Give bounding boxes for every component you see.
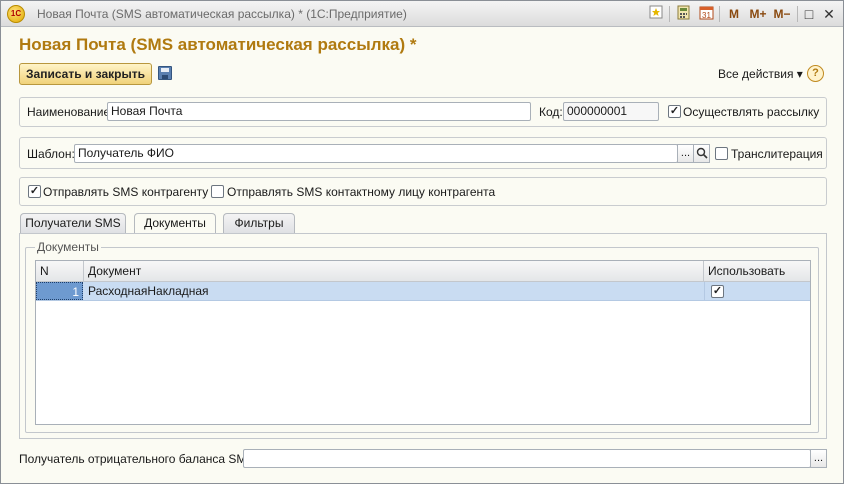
title-bar: 1С Новая Почта (SMS автоматическая рассы… — [1, 1, 843, 27]
toolbar-separator — [797, 6, 798, 22]
table-header: N Документ Использовать — [36, 261, 810, 282]
template-select-button[interactable]: ... — [677, 144, 694, 163]
memory-plus-button[interactable]: M+ — [747, 5, 769, 23]
translit-checkbox[interactable] — [715, 147, 728, 160]
negative-balance-field[interactable] — [243, 449, 811, 468]
help-icon[interactable]: ? — [807, 65, 824, 82]
window-title: Новая Почта (SMS автоматическая рассылка… — [37, 7, 407, 21]
send-counterparty-checkbox[interactable]: ✓ — [28, 185, 41, 198]
tab-documents[interactable]: Документы — [134, 213, 216, 234]
column-header-document[interactable]: Документ — [84, 261, 704, 281]
memory-button[interactable]: M — [725, 5, 743, 23]
restore-button[interactable]: □ — [801, 5, 817, 23]
form-window: 1С Новая Почта (SMS автоматическая рассы… — [0, 0, 844, 484]
negative-balance-select-button[interactable]: ... — [810, 449, 827, 468]
memory-minus-button[interactable]: M− — [771, 5, 793, 23]
name-label: Наименование: — [27, 105, 114, 119]
template-field[interactable]: Получатель ФИО — [74, 144, 678, 163]
send-counterparty-label: Отправлять SMS контрагенту — [43, 185, 209, 199]
document-cell[interactable]: РасходнаяНакладная — [84, 282, 704, 300]
calendar-icon[interactable]: 31 — [698, 5, 714, 23]
mailing-label: Осуществлять рассылку — [683, 105, 820, 119]
table-row[interactable]: 1 РасходнаяНакладная ✓ — [36, 282, 810, 301]
column-header-use[interactable]: Использовать — [704, 261, 810, 281]
send-contact-label: Отправлять SMS контактному лицу контраге… — [227, 185, 496, 199]
send-contact-checkbox[interactable] — [211, 185, 224, 198]
mailing-checkbox[interactable]: ✓ — [668, 105, 681, 118]
calculator-icon[interactable] — [676, 5, 692, 23]
toolbar-separator — [669, 6, 670, 22]
tab-filters[interactable]: Фильтры — [223, 213, 295, 233]
code-label: Код: — [539, 105, 563, 119]
template-search-icon[interactable] — [693, 144, 710, 163]
name-field[interactable]: Новая Почта — [107, 102, 531, 121]
save-and-close-button[interactable]: Записать и закрыть — [19, 63, 152, 85]
calendar-day: 31 — [702, 11, 711, 20]
documents-table[interactable]: N Документ Использовать 1 РасходнаяНакла… — [35, 260, 811, 425]
documents-group-title: Документы — [35, 240, 101, 254]
save-icon[interactable] — [158, 66, 172, 80]
template-label: Шаблон: — [27, 147, 75, 161]
negative-balance-label: Получатель отрицательного баланса SMS: — [19, 452, 258, 466]
app-logo-icon[interactable]: 1С — [7, 5, 25, 23]
close-button[interactable]: ✕ — [821, 5, 837, 23]
all-actions-menu[interactable]: Все действия ▾ — [718, 67, 803, 81]
translit-label: Транслитерация — [731, 147, 823, 161]
tab-recipients[interactable]: Получатели SMS — [20, 213, 126, 233]
code-field[interactable]: 000000001 — [563, 102, 659, 121]
toolbar-separator — [719, 6, 720, 22]
favorites-icon[interactable] — [648, 5, 664, 23]
use-checkbox[interactable]: ✓ — [711, 285, 724, 298]
column-header-n[interactable]: N — [36, 261, 84, 281]
form-header: Новая Почта (SMS автоматическая рассылка… — [19, 35, 417, 54]
row-number-cell[interactable]: 1 — [36, 282, 83, 300]
use-cell: ✓ — [704, 282, 810, 300]
